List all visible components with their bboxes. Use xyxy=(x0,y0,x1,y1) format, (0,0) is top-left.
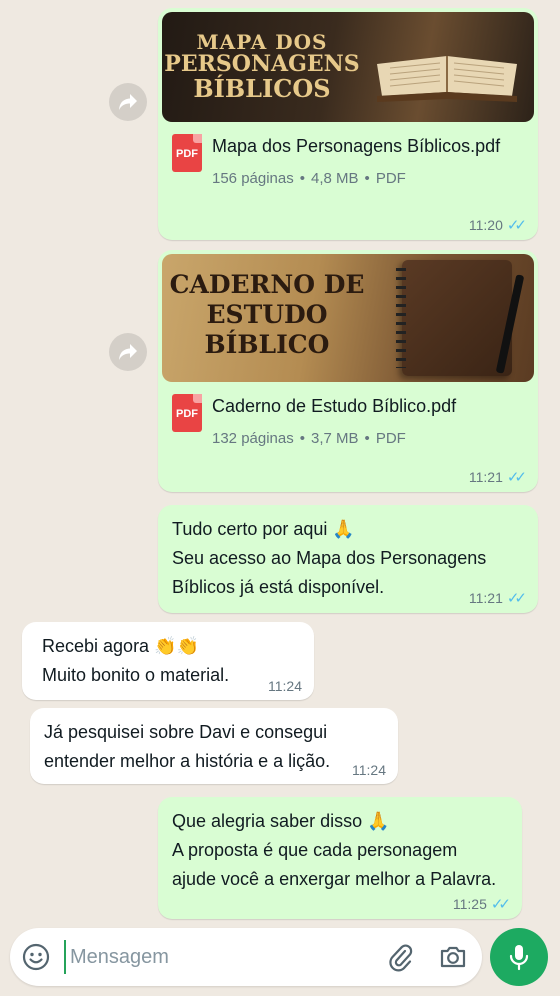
document-meta: 156 páginas • 4,8 MB • PDF xyxy=(212,170,406,187)
page-count: 132 páginas xyxy=(212,430,294,447)
thumbnail-title: CADERNO DE ESTUDO BÍBLICO xyxy=(169,270,365,359)
incoming-message[interactable]: Já pesquisei sobre Davi e consegui enten… xyxy=(30,708,398,784)
thumbnail-title: MAPA DOS PERSONAGENS BÍBLICOS xyxy=(164,30,360,104)
message-input[interactable] xyxy=(64,940,354,974)
read-ticks-icon: ✓✓ xyxy=(490,896,511,913)
message-time: 11:24 xyxy=(352,762,386,778)
mic-button[interactable] xyxy=(490,928,548,986)
file-size: 3,7 MB xyxy=(311,430,359,447)
chat-area: MAPA DOS PERSONAGENS BÍBLICOS PDF Mapa d… xyxy=(0,0,560,920)
pdf-file-icon: PDF xyxy=(172,394,202,432)
message-text: Tudo certo por aqui 🙏 Seu acesso ao Mapa… xyxy=(172,519,487,597)
camera-icon[interactable] xyxy=(438,942,468,972)
paperclip-icon[interactable] xyxy=(386,942,414,972)
document-message[interactable]: CADERNO DE ESTUDO BÍBLICO PDF Caderno de… xyxy=(158,250,538,492)
message-time: 11:21 ✓✓ xyxy=(469,468,527,486)
forward-button[interactable] xyxy=(109,333,147,371)
open-book-image xyxy=(377,56,517,102)
message-time: 11:20 ✓✓ xyxy=(469,216,527,234)
read-ticks-icon: ✓✓ xyxy=(506,469,527,486)
notebook-image xyxy=(396,260,512,376)
emoji-icon[interactable] xyxy=(22,943,50,971)
message-time: 11:24 xyxy=(268,678,302,694)
document-thumbnail[interactable]: MAPA DOS PERSONAGENS BÍBLICOS xyxy=(162,12,534,122)
document-message[interactable]: MAPA DOS PERSONAGENS BÍBLICOS PDF Mapa d… xyxy=(158,8,538,240)
read-ticks-icon: ✓✓ xyxy=(506,590,527,607)
document-info: PDF Mapa dos Personagens Bíblicos.pdf 15… xyxy=(162,122,534,196)
document-name: Caderno de Estudo Bíblico.pdf xyxy=(212,396,457,416)
forward-icon xyxy=(119,94,137,110)
file-format: PDF xyxy=(375,430,406,447)
message-text: Já pesquisei sobre Davi e consegui enten… xyxy=(44,722,331,771)
document-info: PDF Caderno de Estudo Bíblico.pdf 132 pá… xyxy=(162,382,534,456)
forward-button[interactable] xyxy=(109,83,147,121)
document-name: Mapa dos Personagens Bíblicos.pdf xyxy=(212,136,501,156)
page-count: 156 páginas xyxy=(212,170,294,187)
message-time: 11:21 ✓✓ xyxy=(469,589,527,607)
file-format: PDF xyxy=(375,170,406,187)
message-composer xyxy=(10,928,482,986)
file-size: 4,8 MB xyxy=(311,170,359,187)
forward-icon xyxy=(119,344,137,360)
outgoing-message[interactable]: Que alegria saber disso 🙏 A proposta é q… xyxy=(158,797,522,919)
message-time: 11:25 ✓✓ xyxy=(453,895,511,913)
document-meta: 132 páginas • 3,7 MB • PDF xyxy=(212,430,406,447)
incoming-message[interactable]: Recebi agora 👏👏 Muito bonito o material.… xyxy=(22,622,314,700)
mic-icon xyxy=(509,945,529,971)
document-thumbnail[interactable]: CADERNO DE ESTUDO BÍBLICO xyxy=(162,254,534,382)
pdf-file-icon: PDF xyxy=(172,134,202,172)
read-ticks-icon: ✓✓ xyxy=(506,217,527,234)
outgoing-message[interactable]: Tudo certo por aqui 🙏 Seu acesso ao Mapa… xyxy=(158,505,538,613)
message-text: Que alegria saber disso 🙏 A proposta é q… xyxy=(172,811,497,889)
